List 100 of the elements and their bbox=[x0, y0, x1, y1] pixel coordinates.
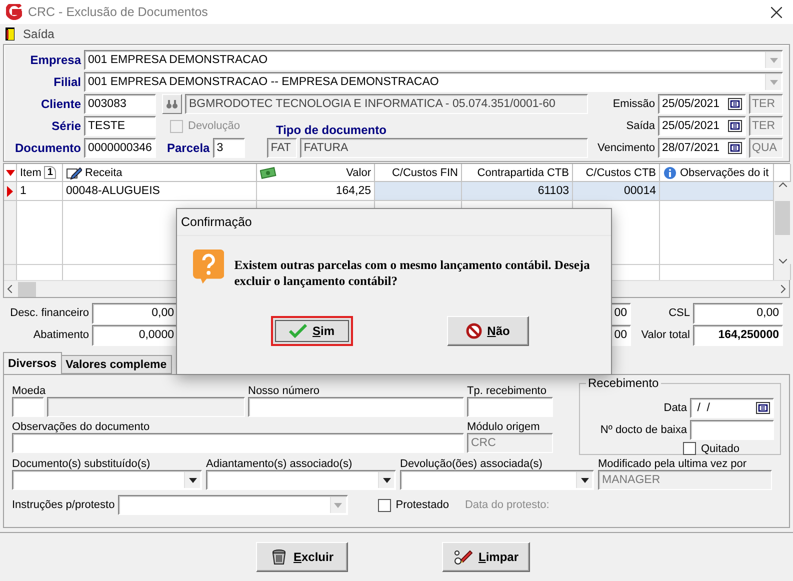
dialog-button[interactable]: Não bbox=[447, 316, 529, 346]
scroll-up-icon[interactable] bbox=[778, 182, 786, 187]
calendar-icon[interactable] bbox=[728, 98, 742, 110]
total-label: CSL bbox=[668, 307, 690, 319]
scrollbar-thumb[interactable] bbox=[775, 201, 790, 235]
action-button[interactable]: Limpar bbox=[442, 542, 530, 572]
field-label: Nº docto de baixa bbox=[600, 424, 687, 436]
calendar-icon[interactable] bbox=[756, 402, 770, 414]
currency-code-field[interactable] bbox=[12, 397, 44, 417]
field-label: Observações do documento bbox=[12, 421, 151, 433]
dropdown-arrow-icon bbox=[770, 80, 778, 84]
column-header[interactable]: Contrapartida CTB bbox=[462, 164, 573, 182]
prohibited-icon bbox=[466, 323, 482, 339]
column-header[interactable]: Valor bbox=[257, 164, 375, 182]
date-label: Emissão bbox=[612, 98, 655, 110]
column-header[interactable]: C/Custos CTB bbox=[573, 164, 660, 182]
field-label: Documento(s) substituído(s) bbox=[12, 458, 152, 470]
document-field[interactable]: 0000000346 bbox=[84, 138, 156, 158]
dropdown-arrow-icon bbox=[188, 478, 196, 482]
weekday-field: QUA bbox=[749, 138, 783, 158]
field-label: Data bbox=[664, 402, 687, 414]
field-label: Módulo origem bbox=[467, 421, 541, 433]
branch-combo[interactable]: 001 EMPRESA DEMONSTRACAO -- EMPRESA DEMONSTRACAO bbox=[84, 72, 783, 92]
field-label: Filial bbox=[52, 75, 81, 89]
our-number-field[interactable] bbox=[248, 397, 464, 417]
origin-module-field: CRC bbox=[467, 433, 553, 453]
table-cell: 1 bbox=[17, 182, 63, 201]
menu-item[interactable]: Saída bbox=[23, 27, 54, 41]
total-label: Desc. financeiro bbox=[9, 307, 89, 319]
total-label: Abatimento bbox=[32, 329, 89, 341]
field-label: Tp. recebimento bbox=[467, 385, 548, 397]
date-field[interactable]: 28/07/2021 bbox=[658, 138, 746, 158]
money-icon bbox=[260, 166, 278, 179]
dropdown-arrow-icon bbox=[580, 478, 588, 482]
company-combo[interactable]: 001 EMPRESA DEMONSTRACAO bbox=[84, 50, 783, 70]
action-button[interactable]: Excluir bbox=[256, 542, 348, 572]
modified-by-field: MANAGER bbox=[598, 470, 772, 490]
info-icon bbox=[663, 166, 677, 180]
checkbox[interactable] bbox=[683, 442, 696, 455]
question-icon bbox=[193, 249, 224, 285]
group-title: Recebimento bbox=[586, 376, 661, 390]
combo-box[interactable] bbox=[206, 470, 396, 490]
column-header[interactable]: Observações do it bbox=[660, 164, 774, 182]
date-label: Vencimento bbox=[598, 142, 655, 154]
date-field[interactable]: / / bbox=[690, 398, 774, 418]
sort-indicator[interactable]: 1 bbox=[44, 166, 56, 179]
close-icon[interactable] bbox=[771, 6, 782, 18]
scroll-left-icon[interactable] bbox=[7, 285, 12, 293]
field-label: Empresa bbox=[29, 53, 81, 67]
client-code-field[interactable]: 003083 bbox=[84, 94, 156, 114]
eraser-icon bbox=[453, 548, 474, 566]
checkbox-label: Quitado bbox=[701, 442, 740, 454]
field-label: Data do protesto: bbox=[464, 499, 550, 511]
dialog-message: Existem outras parcelas com o mesmo lançamento contábil. Deseja excluir o lançamento contábil? bbox=[234, 257, 591, 289]
scroll-right-icon[interactable] bbox=[781, 285, 786, 293]
table-cell: 61103 bbox=[462, 182, 573, 201]
tab[interactable]: Valores compleme bbox=[60, 355, 172, 374]
date-field[interactable]: 25/05/2021 bbox=[658, 116, 746, 136]
column-header[interactable]: Item 1 bbox=[17, 164, 63, 182]
app-logo bbox=[6, 4, 22, 20]
dialog-title: Confirmação bbox=[181, 215, 252, 229]
field-label: Cliente bbox=[40, 97, 81, 111]
search-button[interactable] bbox=[162, 94, 182, 114]
total-field[interactable]: 0,0000 bbox=[92, 324, 178, 346]
scrollbar-thumb[interactable] bbox=[18, 282, 36, 296]
series-field[interactable]: TESTE bbox=[84, 116, 156, 136]
column-header[interactable]: C/Custos FIN bbox=[375, 164, 462, 182]
field-label: Série bbox=[50, 119, 81, 133]
section-label: Tipo de documento bbox=[276, 123, 386, 137]
trash-icon bbox=[270, 548, 288, 566]
date-field[interactable]: 25/05/2021 bbox=[658, 94, 746, 114]
notes-field[interactable] bbox=[12, 433, 464, 453]
doc-type-name-field: FATURA bbox=[300, 138, 588, 158]
column-header[interactable]: Receita bbox=[63, 164, 257, 182]
scroll-down-icon[interactable] bbox=[778, 259, 786, 264]
installment-field[interactable]: 3 bbox=[212, 138, 245, 158]
weekday-field: TER bbox=[749, 94, 783, 114]
total-field[interactable]: 164,250000 bbox=[693, 324, 783, 346]
table-cell: 00014 bbox=[573, 182, 660, 201]
receipt-type-field[interactable] bbox=[467, 397, 553, 417]
field-label: Modificado pela ultima vez por bbox=[598, 458, 748, 470]
dropdown-arrow-icon[interactable] bbox=[6, 170, 14, 176]
combo-box[interactable] bbox=[400, 470, 594, 490]
field-label: Parcela bbox=[167, 141, 210, 155]
table-cell: 164,25 bbox=[257, 182, 375, 201]
checkbox[interactable] bbox=[378, 498, 391, 512]
pencil-icon bbox=[66, 166, 82, 180]
calendar-icon[interactable] bbox=[728, 120, 742, 132]
total-field[interactable]: 0,00 bbox=[693, 302, 783, 324]
tab[interactable]: Diversos bbox=[3, 352, 62, 374]
combo-box[interactable] bbox=[12, 470, 202, 490]
dialog-button[interactable]: Sim bbox=[271, 316, 353, 346]
dropdown-arrow-icon bbox=[770, 58, 778, 62]
calendar-icon[interactable] bbox=[728, 142, 742, 154]
checkbox-label: Protestado bbox=[396, 499, 449, 511]
weekday-field: TER bbox=[749, 116, 783, 136]
field-label: Nosso número bbox=[248, 385, 321, 397]
write-off-field[interactable] bbox=[690, 420, 774, 440]
dropdown-arrow-icon bbox=[334, 502, 342, 508]
total-field[interactable]: 0,00 bbox=[92, 302, 178, 324]
